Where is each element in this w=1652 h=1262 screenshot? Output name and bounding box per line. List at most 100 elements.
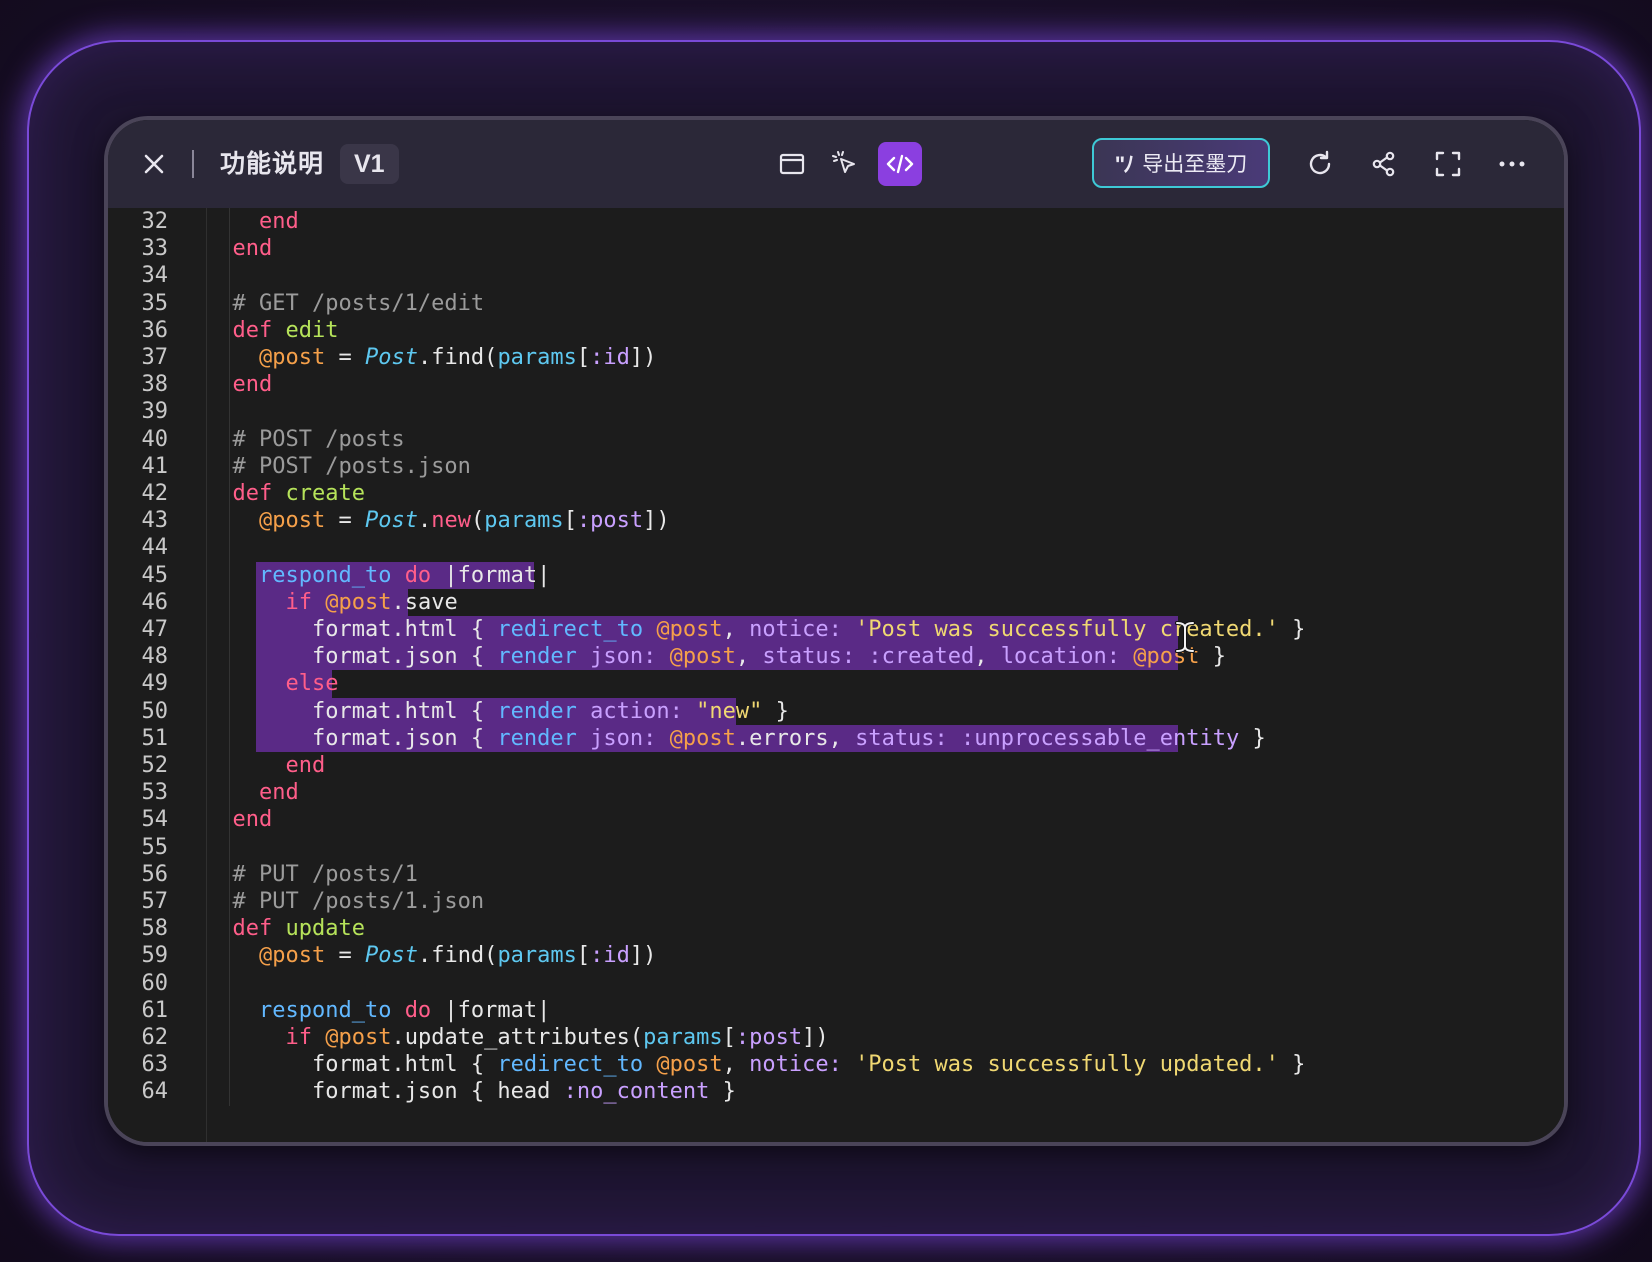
code-line: 42 def create [108,480,1564,507]
code-mode-button[interactable] [878,142,922,186]
line-number: 63 [141,1052,169,1078]
code-line: 50 format.html { render action: "new" } [108,698,1564,725]
line-number: 62 [141,1025,169,1050]
code-line: 32 end [108,208,1564,235]
line-number: 42 [141,481,169,506]
preview-mode-button[interactable] [770,142,814,186]
code-text: # GET /posts/1/edit [206,290,485,316]
page-title: 功能说明 [220,150,325,178]
modao-logo-icon: "ﾉ [1114,152,1134,177]
line-number: 45 [141,562,169,588]
line-number: 47 [141,617,169,642]
code-line: 33 end [108,235,1564,262]
code-text: else [285,671,339,697]
code-text: end [232,372,273,398]
code-line: 57 # PUT /posts/1.json [108,888,1564,915]
code-text: format.html { redirect_to @post, notice:… [206,1052,1306,1078]
line-number: 55 [141,834,169,860]
code-text: format.html { redirect_to @post, notice:… [206,617,1306,642]
code-line: 52 end [108,752,1564,779]
code-text: end [232,236,273,262]
fullscreen-button[interactable] [1426,142,1470,186]
code-view-icon [886,154,914,174]
code-line: 56 # PUT /posts/1 [108,861,1564,888]
code-line: 45 respond_to do |format| [108,562,1564,589]
code-line: 46 if @post.save [108,589,1564,616]
code-line: 43 @post = Post.new(params[:post]) [108,507,1564,534]
code-line: 62 if @post.update_attributes(params[:po… [108,1024,1564,1051]
view-mode-switcher [770,142,922,186]
export-label: 导出至墨刀 [1142,153,1248,176]
line-number: 44 [141,535,169,561]
code-line: 61 respond_to do |format| [108,997,1564,1024]
code-text: def create [232,481,365,506]
code-text: format.html { render action: "new" } [206,698,789,724]
line-number: 41 [141,453,169,479]
code-text: @post = Post.new(params[:post]) [258,508,670,534]
line-number: 36 [141,317,169,343]
line-number: 54 [141,807,169,833]
line-number: 53 [141,780,169,806]
line-number: 50 [141,698,169,724]
select-mode-button[interactable] [824,142,868,186]
line-number: 59 [141,943,169,969]
close-button[interactable] [136,146,172,182]
more-button[interactable] [1490,142,1534,186]
code-text: def update [232,916,365,942]
line-number: 60 [141,970,169,996]
code-line: 53 end [108,779,1564,806]
refresh-button[interactable] [1298,142,1342,186]
line-number: 61 [141,997,169,1023]
code-text: @post = Post.find(params[:id]) [258,943,657,969]
line-number: 57 [141,889,169,914]
code-editor[interactable]: 32 end 33 end 34 35 # GET /posts/1/edit 36 d… [108,208,1564,1142]
line-number: 40 [141,426,169,452]
line-number: 58 [141,916,169,942]
code-line: 59 @post = Post.find(params[:id]) [108,942,1564,969]
version-badge[interactable]: V1 [340,144,399,184]
fullscreen-icon [1435,151,1461,177]
line-number: 48 [141,644,169,670]
code-text: end [285,753,326,778]
code-line: 36 def edit [108,317,1564,344]
code-line: 64 format.json { head :no_content } [108,1078,1564,1105]
export-to-modao-button[interactable]: "ﾉ 导出至墨刀 [1092,138,1270,188]
code-text: respond_to do |format| [258,562,551,588]
code-line: 37 @post = Post.find(params[:id]) [108,344,1564,371]
refresh-icon [1309,150,1331,175]
code-text: end [258,209,299,234]
code-line: 55 [108,834,1564,861]
code-text: # PUT /posts/1 [206,861,418,887]
code-text: # POST /posts [206,426,405,452]
line-number: 38 [141,372,169,398]
code-line: 48 format.json { render json: @post, sta… [108,643,1564,670]
code-line: 40 # POST /posts [108,426,1564,453]
share-button[interactable] [1362,142,1406,186]
toolbar: 功能说明 V1 "ﾉ 导出至墨刀 [108,120,1564,208]
toolbar-actions [1298,142,1534,186]
code-line: 35 # GET /posts/1/edit [108,290,1564,317]
close-icon [144,154,164,174]
code-line: 41 # POST /posts.json [108,453,1564,480]
code-line: 63 format.html { redirect_to @post, noti… [108,1051,1564,1078]
text-cursor-icon [1175,621,1195,653]
code-line: 60 [108,970,1564,997]
preview-window-icon [779,153,805,175]
line-number: 37 [141,345,169,370]
code-text: format.json { head :no_content } [206,1079,736,1105]
code-text: @post = Post.find(params[:id]) [258,345,657,370]
share-icon [1372,151,1395,177]
line-number: 52 [141,753,169,778]
code-line: 44 [108,534,1564,561]
code-line: 47 format.html { redirect_to @post, noti… [108,616,1564,643]
code-line: 58 def update [108,915,1564,942]
line-number: 43 [141,508,169,534]
line-number: 46 [141,589,169,615]
line-number: 35 [141,290,169,316]
code-text: format.json { render json: @post, status… [206,644,1226,670]
code-preview-window: 功能说明 V1 "ﾉ 导出至墨刀 32 end 33 end 34 35 # G… [104,116,1568,1146]
code-line: 39 [108,398,1564,425]
line-number: 49 [141,671,169,697]
code-text: # POST /posts.json [206,453,471,479]
line-number: 51 [141,725,169,751]
